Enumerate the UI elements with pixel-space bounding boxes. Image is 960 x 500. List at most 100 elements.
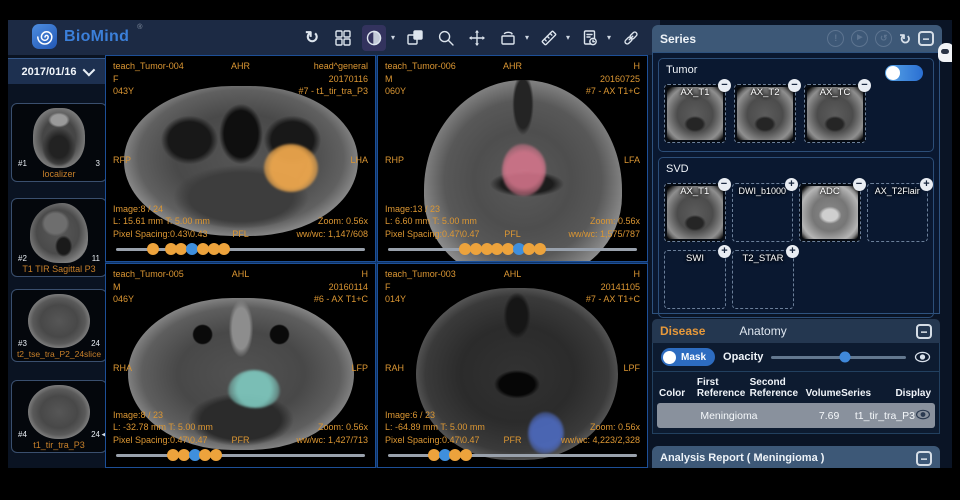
series-thumbnail-localizer[interactable]: #1 3 localizer	[11, 103, 107, 182]
series-item-dwi-b1000[interactable]: DWI_b1000 +	[732, 183, 794, 242]
thumbnail-index: #4	[18, 430, 27, 439]
analysis-collapse-button[interactable]: −	[916, 451, 932, 466]
link-series-icon[interactable]	[619, 25, 643, 51]
series-play-icon[interactable]: ▶	[851, 30, 868, 47]
viewport-bottom-left[interactable]: teach_Tumor-005 M 046Y AHL H 20160114 #6…	[105, 263, 376, 468]
series-item-ax-tc[interactable]: AX_TC −	[804, 84, 866, 143]
opacity-slider[interactable]	[771, 356, 906, 359]
orientation-left: RHP	[385, 154, 404, 167]
measure-icon[interactable]	[537, 25, 561, 51]
study-date: 20170116	[298, 73, 368, 86]
slider-track[interactable]	[116, 454, 365, 457]
add-badge-icon[interactable]: +	[718, 245, 731, 258]
zoom-icon[interactable]	[434, 25, 458, 51]
series-collapse-button[interactable]: −	[918, 31, 934, 46]
remove-badge-icon[interactable]: −	[788, 79, 801, 92]
series-item-ax-t1[interactable]: AX_T1 −	[664, 84, 726, 143]
series-item-ax-t1[interactable]: AX_T1 −	[664, 183, 726, 242]
window-width-center: ww/wc: 1,427/713	[296, 434, 368, 447]
series-item-ax-t2[interactable]: AX_T2 −	[734, 84, 796, 143]
slice-dot-key[interactable]	[218, 243, 230, 255]
slice-dot-key[interactable]	[460, 449, 472, 461]
viewport-top-right[interactable]: teach_Tumor-006 M 060Y AHR H 20160725 #7…	[377, 55, 648, 262]
tumor-group-toggle[interactable]	[885, 65, 923, 81]
slice-dot-key[interactable]	[147, 243, 159, 255]
series-thumbnail-t1-tir[interactable]: #4 24 t1_tir_tra_P3	[11, 380, 107, 453]
add-badge-icon[interactable]: +	[785, 178, 798, 191]
column-second-reference: Second Reference	[750, 377, 806, 399]
slice-dot-key[interactable]	[210, 449, 222, 461]
series-refresh-icon[interactable]: ↻	[899, 32, 911, 46]
thumbnail-index: #3	[18, 339, 27, 348]
right-panel: Series ! ▶ ↺ ↻ − Tumor AX_T1 −	[652, 25, 942, 468]
layout-swap-icon[interactable]	[403, 25, 427, 51]
column-display: Display	[895, 388, 933, 399]
remove-badge-icon[interactable]: −	[718, 79, 731, 92]
study-date: 20160725	[586, 73, 640, 86]
viewport-bottom-right[interactable]: teach_Tumor-003 F 014Y AHL H 20141105 #7…	[377, 263, 648, 468]
thumbnail-label: localizer	[14, 168, 104, 180]
remove-badge-icon[interactable]: −	[853, 178, 866, 191]
thumbnail-counters: #4 24	[14, 430, 104, 439]
window-level-caret-icon[interactable]: ▾	[391, 33, 395, 42]
series-item-ax-t2flair[interactable]: AX_T2Flair +	[867, 183, 929, 242]
series-item-adc[interactable]: ADC −	[799, 183, 861, 242]
add-badge-icon[interactable]: +	[920, 178, 933, 191]
row-visibility-eye-icon[interactable]	[915, 409, 931, 420]
slice-slider[interactable]	[388, 242, 637, 257]
series-panel-header: Series ! ▶ ↺ ↻ −	[652, 25, 942, 52]
report-log-caret-icon[interactable]: ▾	[607, 33, 611, 42]
svd-group: SVD AX_T1 − DWI_b1000 + ADC −	[658, 157, 934, 318]
viewport-top-left[interactable]: teach_Tumor-004 F 043Y AHR head^general …	[105, 55, 376, 262]
thumbnail-index: #1	[18, 159, 27, 168]
window-width-center: ww/wc: 1,575/787	[568, 228, 640, 241]
slice-slider[interactable]	[388, 448, 637, 463]
mask-opacity-controls: Mask Opacity	[652, 343, 940, 372]
disease-collapse-button[interactable]: −	[916, 324, 932, 339]
window-level-icon[interactable]	[362, 25, 386, 51]
series-thumbnail-t2-tse[interactable]: #3 24 t2_tse_tra_P2_24slice	[11, 289, 107, 362]
series-item-swi[interactable]: SWI +	[664, 250, 726, 309]
toolbar-icons: ↻ ▾ ▾ ▾	[300, 20, 711, 55]
slider-track[interactable]	[388, 454, 637, 457]
mask-toggle-label: Mask	[681, 352, 706, 363]
series-item-t2-star[interactable]: T2_STAR +	[732, 250, 794, 309]
table-row-meningioma[interactable]: Meningioma 7.69 t1_tir_tra_P3	[657, 403, 935, 428]
window-width-center: ww/wc: 1,147/608	[296, 228, 368, 241]
refresh-icon[interactable]: ↻	[300, 25, 324, 51]
pan-icon[interactable]	[465, 25, 489, 51]
remove-badge-icon[interactable]: −	[858, 79, 871, 92]
series-thumbnail-t1-sagittal[interactable]: #2 11 T1 TIR Sagittal P3	[11, 198, 107, 277]
layout-grid-icon[interactable]	[331, 25, 355, 51]
add-badge-icon[interactable]: +	[786, 245, 799, 258]
thumbnail-count: 24	[91, 430, 100, 439]
study-name: H	[314, 268, 368, 281]
series-name: #7 - t1_tir_tra_P3	[298, 85, 368, 98]
chevron-down-icon	[82, 64, 95, 77]
rotate-view-caret-icon[interactable]: ▾	[525, 33, 529, 42]
slice-dot-key[interactable]	[534, 243, 546, 255]
study-name: H	[586, 60, 640, 73]
tumor-overlay-orange	[264, 144, 318, 192]
app-window: BioMind ® ↻ ▾ ▾	[8, 20, 952, 468]
tab-anatomy[interactable]: Anatomy	[739, 324, 786, 338]
column-first-reference: First Reference	[697, 377, 750, 399]
thumbnail-index: #2	[18, 254, 27, 263]
measure-caret-icon[interactable]: ▾	[566, 33, 570, 42]
assistant-ghost-icon[interactable]	[938, 43, 952, 65]
series-info-icon[interactable]: !	[827, 30, 844, 47]
rotate-view-icon[interactable]	[496, 25, 520, 51]
mask-toggle[interactable]: Mask	[661, 348, 715, 366]
tab-disease[interactable]: Disease	[660, 324, 705, 338]
remove-badge-icon[interactable]: −	[718, 178, 731, 191]
opacity-slider-handle[interactable]	[840, 352, 851, 363]
series-reset-icon[interactable]: ↺	[875, 30, 892, 47]
report-log-icon[interactable]	[578, 25, 602, 51]
slice-slider[interactable]	[116, 448, 365, 463]
series-item-label: AX_T1	[665, 87, 725, 98]
slice-slider[interactable]	[116, 242, 365, 257]
orientation-left: RAH	[385, 362, 404, 375]
study-date-selector[interactable]: 2017/01/16	[8, 58, 105, 84]
mask-visibility-eye-icon[interactable]	[914, 351, 931, 363]
column-color: Color	[659, 388, 697, 399]
